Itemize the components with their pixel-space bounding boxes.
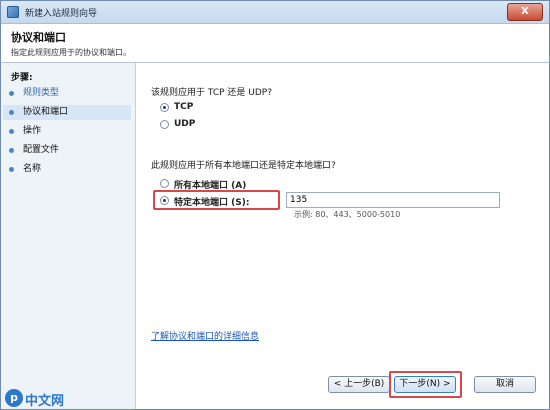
step-label: 协议和端口 xyxy=(23,107,69,117)
step-label: 名称 xyxy=(23,164,42,174)
specific-ports-highlight xyxy=(153,190,280,210)
step-bullet-icon xyxy=(9,110,14,115)
tcp-label[interactable]: TCP xyxy=(174,102,193,112)
udp-radio[interactable] xyxy=(160,120,169,129)
php-logo-icon: p xyxy=(5,389,23,407)
step-bullet-icon xyxy=(9,129,14,134)
learn-more-link[interactable]: 了解协议和端口的详细信息 xyxy=(151,329,259,342)
step-name[interactable]: 名称 xyxy=(3,162,131,177)
step-label: 规则类型 xyxy=(23,88,60,98)
page-subtitle: 指定此规则应用于的协议和端口。 xyxy=(11,48,131,57)
steps-panel: 步骤: 规则类型 协议和端口 操作 配置文件 名称 xyxy=(1,63,136,409)
step-protocol-and-ports[interactable]: 协议和端口 xyxy=(3,105,131,120)
udp-label[interactable]: UDP xyxy=(174,119,195,129)
ports-question: 此规则应用于所有本地端口还是特定本地端口? xyxy=(151,161,336,171)
title-bar[interactable]: 新建入站规则向导 X xyxy=(1,1,549,24)
port-example-text: 示例: 80、443、5000-5010 xyxy=(294,210,401,219)
step-label: 操作 xyxy=(23,126,42,136)
window-title: 新建入站规则向导 xyxy=(25,9,98,19)
wizard-window: 新建入站规则向导 X 协议和端口 指定此规则应用于的协议和端口。 步骤: 规则类… xyxy=(0,0,550,410)
step-profile[interactable]: 配置文件 xyxy=(3,143,131,158)
step-bullet-icon xyxy=(9,91,14,96)
all-ports-radio[interactable] xyxy=(160,179,169,188)
firewall-app-icon xyxy=(7,6,19,18)
watermark-text: 中文网 xyxy=(25,394,65,409)
step-label: 配置文件 xyxy=(23,145,60,155)
main-content: 该规则应用于 TCP 还是 UDP? TCP UDP 此规则应用于所有本地端口还… xyxy=(136,63,549,409)
step-bullet-icon xyxy=(9,167,14,172)
back-button[interactable]: < 上一步(B) xyxy=(328,376,390,393)
cancel-button[interactable]: 取消 xyxy=(474,376,536,393)
step-action[interactable]: 操作 xyxy=(3,124,131,139)
next-button-highlight xyxy=(389,371,462,398)
page-title: 协议和端口 xyxy=(11,31,66,44)
step-rule-type[interactable]: 规则类型 xyxy=(3,86,131,101)
port-number-input[interactable] xyxy=(286,192,500,208)
site-watermark: p 中文网 xyxy=(3,387,93,409)
close-button[interactable]: X xyxy=(507,3,543,21)
protocol-question: 该规则应用于 TCP 还是 UDP? xyxy=(151,88,272,98)
tcp-radio[interactable] xyxy=(160,103,169,112)
page-header: 协议和端口 指定此规则应用于的协议和端口。 xyxy=(1,24,549,63)
step-bullet-icon xyxy=(9,148,14,153)
steps-heading: 步骤: xyxy=(11,73,33,83)
